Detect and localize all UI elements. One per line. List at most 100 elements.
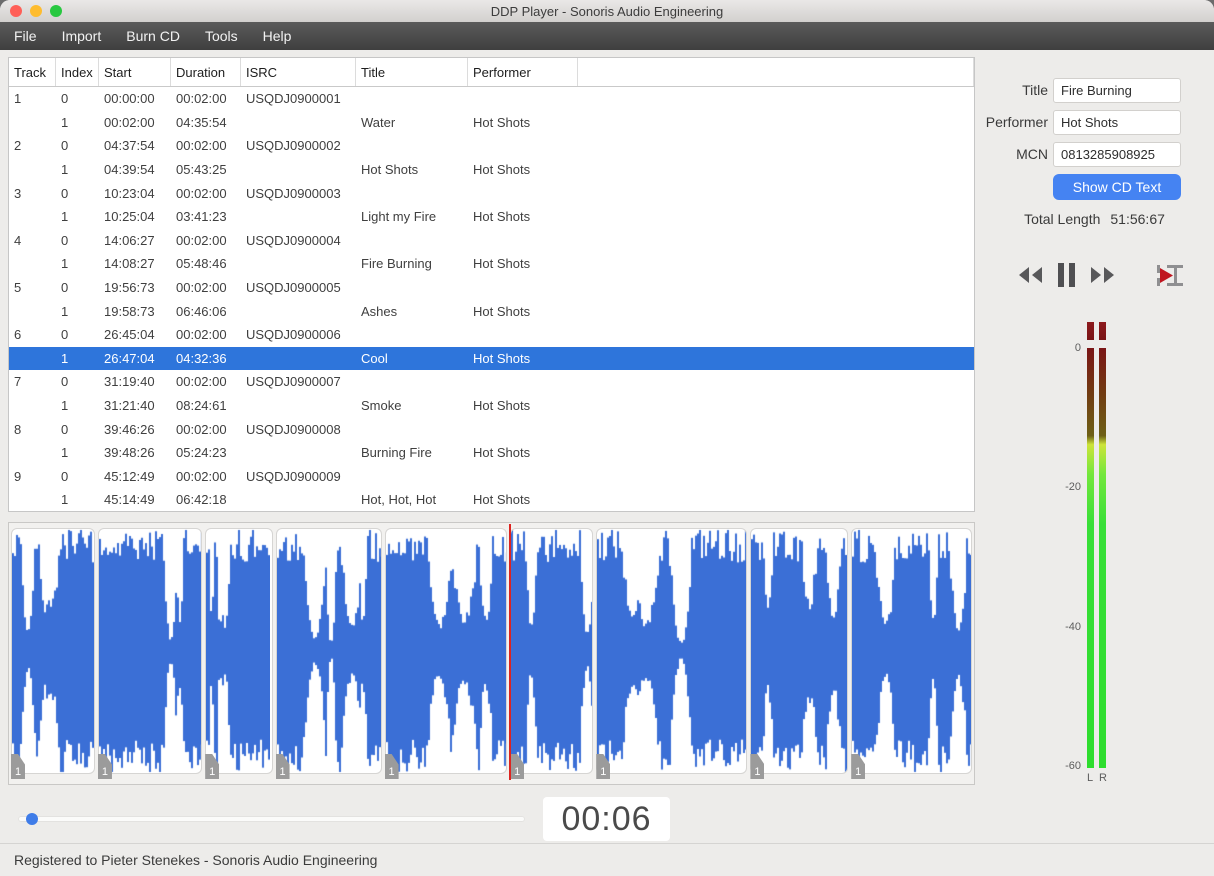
fast-forward-button[interactable] xyxy=(1089,260,1116,290)
cell-performer xyxy=(468,465,578,489)
waveform-segment-track-5[interactable]: 1 xyxy=(384,528,508,779)
cell-track xyxy=(9,205,56,229)
track-row[interactable]: 1 10:25:04 03:41:23 Light my Fire Hot Sh… xyxy=(9,205,974,229)
playhead-line[interactable] xyxy=(508,524,511,780)
cell-track: 1 xyxy=(14,91,22,107)
waveform-segment-track-9[interactable]: 1 xyxy=(851,528,972,779)
cell-filler xyxy=(578,394,974,418)
column-header-filler xyxy=(578,58,974,86)
level-meters: 0 -20 -40 -60 L R xyxy=(975,322,1214,802)
cell-title xyxy=(356,370,468,394)
performer-label: Performer xyxy=(985,114,1048,130)
cell-filler xyxy=(578,111,974,135)
column-header-duration[interactable]: Duration xyxy=(171,58,241,86)
cell-filler xyxy=(578,276,974,300)
waveform-segment-track-8[interactable]: 1 xyxy=(750,528,849,779)
cell-title: Cool xyxy=(361,350,388,366)
cell-performer: Hot Shots xyxy=(473,350,531,366)
column-header-index[interactable]: Index xyxy=(56,58,99,86)
track-row[interactable]: 1 45:14:49 06:42:18 Hot, Hot, Hot Hot Sh… xyxy=(9,488,974,511)
cell-duration: 04:32:36 xyxy=(176,350,227,366)
waveform-segment-track-2[interactable]: 1 xyxy=(97,528,203,779)
track-row[interactable]: 1 19:58:73 06:46:06 Ashes Hot Shots xyxy=(9,299,974,323)
track-row[interactable]: 1 04:39:54 05:43:25 Hot Shots Hot Shots xyxy=(9,158,974,182)
play-marker-button[interactable] xyxy=(1155,260,1185,290)
cell-start: 00:00:00 xyxy=(104,91,155,107)
column-header-start[interactable]: Start xyxy=(99,58,171,86)
cell-title xyxy=(356,87,468,111)
cell-start: 14:08:27 xyxy=(104,256,155,272)
track-row[interactable]: 1 0 00:00:00 00:02:00 USQDJ0900001 xyxy=(9,87,974,111)
track-row[interactable]: 8 0 39:46:26 00:02:00 USQDJ0900008 xyxy=(9,417,974,441)
cell-index: 1 xyxy=(61,209,69,225)
cell-duration: 00:02:00 xyxy=(176,138,227,154)
cell-index: 1 xyxy=(61,492,69,508)
cell-track xyxy=(9,488,56,511)
minimize-window-icon[interactable] xyxy=(30,5,42,17)
cell-performer: Hot Shots xyxy=(473,162,531,178)
rewind-button[interactable] xyxy=(1017,260,1044,290)
meter-bar-left xyxy=(1087,348,1094,768)
cell-performer: Hot Shots xyxy=(473,114,531,130)
waveform-segment-track-1[interactable]: 1 xyxy=(11,528,95,779)
track-row[interactable]: 1 00:02:00 04:35:54 Water Hot Shots xyxy=(9,111,974,135)
track-row[interactable]: 1 26:47:04 04:32:36 Cool Hot Shots xyxy=(9,346,974,371)
menu-import[interactable]: Import xyxy=(62,28,102,44)
waveform-segment-track-4[interactable]: 1 xyxy=(275,528,382,779)
cell-start: 00:02:00 xyxy=(104,114,155,130)
zoom-window-icon[interactable] xyxy=(50,5,62,17)
track-row[interactable]: 9 0 45:12:49 00:02:00 USQDJ0900009 xyxy=(9,465,974,489)
track-row[interactable]: 4 0 14:06:27 00:02:00 USQDJ0900004 xyxy=(9,229,974,253)
title-field[interactable] xyxy=(1053,78,1181,103)
cell-track: 5 xyxy=(14,280,22,296)
cell-index: 0 xyxy=(61,185,69,201)
peak-indicator-right xyxy=(1099,322,1106,340)
show-cd-text-button[interactable]: Show CD Text xyxy=(1053,174,1181,200)
track-row[interactable]: 7 0 31:19:40 00:02:00 USQDJ0900007 xyxy=(9,370,974,394)
track-row[interactable]: 1 31:21:40 08:24:61 Smoke Hot Shots xyxy=(9,394,974,418)
cell-filler xyxy=(578,299,974,323)
cell-performer: Hot Shots xyxy=(473,492,531,508)
cell-start: 10:23:04 xyxy=(104,185,155,201)
waveform-segment-track-6[interactable]: 1 xyxy=(510,528,594,779)
cell-filler xyxy=(578,465,974,489)
cell-title xyxy=(356,465,468,489)
menu-tools[interactable]: Tools xyxy=(205,28,238,44)
track-row[interactable]: 3 0 10:23:04 00:02:00 USQDJ0900003 xyxy=(9,181,974,205)
column-header-title[interactable]: Title xyxy=(356,58,468,86)
cell-performer: Hot Shots xyxy=(473,303,531,319)
ddp-player-window: DDP Player - Sonoris Audio Engineering F… xyxy=(0,0,1214,876)
track-row[interactable]: 5 0 19:56:73 00:02:00 USQDJ0900005 xyxy=(9,276,974,300)
waveform-segment-track-3[interactable]: 1 xyxy=(205,528,273,779)
track-row[interactable]: 6 0 26:45:04 00:02:00 USQDJ0900006 xyxy=(9,323,974,347)
cell-title xyxy=(356,181,468,205)
column-header-performer[interactable]: Performer xyxy=(468,58,578,86)
column-header-isrc[interactable]: ISRC xyxy=(241,58,356,86)
track-row[interactable]: 1 14:08:27 05:48:46 Fire Burning Hot Sho… xyxy=(9,252,974,276)
track-row[interactable]: 2 0 04:37:54 00:02:00 USQDJ0900002 xyxy=(9,134,974,158)
cell-performer: Hot Shots xyxy=(473,256,531,272)
column-header-track[interactable]: Track xyxy=(9,58,56,86)
seek-slider-thumb[interactable] xyxy=(26,813,39,825)
menu-file[interactable]: File xyxy=(14,28,37,44)
menu-help[interactable]: Help xyxy=(263,28,292,44)
mcn-field[interactable] xyxy=(1053,142,1181,167)
cell-title: Smoke xyxy=(361,398,402,414)
performer-field[interactable] xyxy=(1053,110,1181,135)
cell-performer xyxy=(468,181,578,205)
waveform-panel: 111111111 xyxy=(8,522,975,785)
track-row[interactable]: 1 39:48:26 05:24:23 Burning Fire Hot Sho… xyxy=(9,441,974,465)
track-table: Track Index Start Duration ISRC Title Pe… xyxy=(8,57,975,512)
cell-title xyxy=(356,229,468,253)
cell-start: 45:14:49 xyxy=(104,492,155,508)
pause-button[interactable] xyxy=(1057,260,1076,290)
menu-burn-cd[interactable]: Burn CD xyxy=(126,28,180,44)
close-window-icon[interactable] xyxy=(10,5,22,17)
cell-duration: 00:02:00 xyxy=(176,327,227,343)
meter-scale-label: -40 xyxy=(1065,620,1081,633)
waveform-segment-track-7[interactable]: 1 xyxy=(596,528,748,779)
cell-title: Fire Burning xyxy=(361,256,432,272)
cell-performer: Hot Shots xyxy=(473,445,531,461)
meter-scale-label: 0 xyxy=(1074,342,1081,354)
seek-slider-track[interactable] xyxy=(18,816,525,822)
